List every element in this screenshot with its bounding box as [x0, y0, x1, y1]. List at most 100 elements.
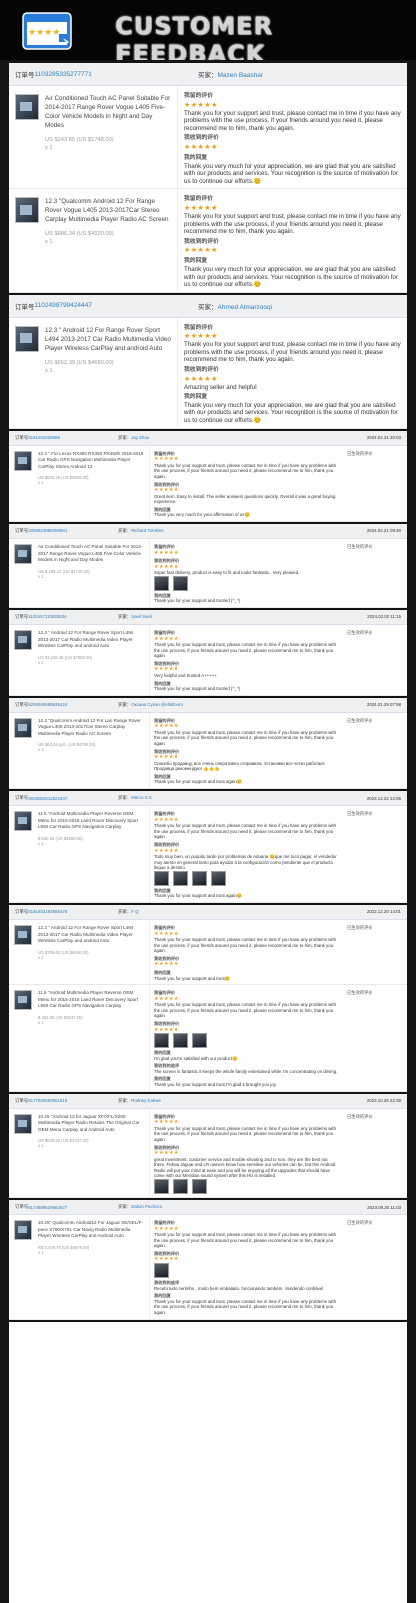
order-no-link[interactable]: 1102657110825524: [28, 614, 66, 619]
price-close: ): [111, 137, 114, 143]
product-name[interactable]: 12.3 " For Lexus RX300 RX350 RX450h 2016…: [38, 451, 144, 471]
order-no-link[interactable]: 5293486588635424: [28, 702, 67, 707]
price-original: $5040.00: [69, 949, 88, 955]
review-photos: [154, 575, 339, 591]
buyer-name-link[interactable]: Оксана Сухан @ellafloom: [131, 702, 183, 707]
my-rating-label: 我留的评价: [184, 196, 213, 203]
order-no-link[interactable]: 1102499799424447: [35, 302, 92, 309]
order-no-link[interactable]: 8174889529692827: [28, 1205, 67, 1210]
product-name[interactable]: 11.5 "Android Multimedia Player Reverse …: [38, 990, 144, 1010]
buyer-name-link[interactable]: Rodney Kabwe: [131, 1098, 161, 1103]
order-no-link[interactable]: 8181933183885478: [28, 909, 67, 914]
product-thumbnail[interactable]: [14, 543, 32, 564]
order-no-label: 订单号: [15, 434, 29, 440]
review-cell: 我留的评价 ★★★★★ Thank you for your support and…: [149, 1215, 343, 1319]
order-no-link[interactable]: 3028053312822207: [28, 796, 67, 801]
received-rating-label: 我收到的评价: [184, 238, 219, 245]
product-thumbnail[interactable]: [14, 924, 32, 945]
my-reply-text: Thank you very much for your appreciatio…: [184, 401, 398, 425]
order-no-link[interactable]: 1103285335277771: [35, 71, 92, 78]
order-no-link[interactable]: 8181534328658: [28, 435, 60, 440]
order-list: 订单号 1103285335277771 买家： Mazen Baashar Air C…: [9, 63, 407, 1603]
review-photo[interactable]: [154, 1033, 169, 1049]
product-name[interactable]: 10.25" Qualcomm Android12 For Jaguar XE/…: [38, 1220, 144, 1240]
review-photo[interactable]: [154, 1179, 169, 1194]
buyer-label: 买家：: [118, 613, 132, 619]
review-photo[interactable]: [192, 1179, 207, 1194]
buyer-name-link[interactable]: Dalton Pacheco: [131, 1204, 162, 1209]
product-thumbnail[interactable]: [14, 811, 32, 832]
review-photo[interactable]: [173, 870, 188, 886]
review-photo[interactable]: [192, 870, 207, 886]
product-cell: Air Conditioned Touch AC Panel Suitable …: [9, 539, 149, 607]
review-photo[interactable]: [154, 870, 169, 886]
product-quantity: x 1: [38, 480, 44, 486]
order-item: 10.25 "Android 12 for Jaguar XF/XFL/X260…: [9, 1108, 407, 1198]
price-close: ): [111, 359, 114, 366]
order-item: 12.3 " For Lexus RX300 RX350 RX450h 2016…: [9, 445, 407, 522]
product-thumbnail[interactable]: [15, 94, 39, 120]
product-thumbnail[interactable]: [15, 325, 39, 352]
product-info: 11.5 "Android Multimedia Player Reverse …: [38, 811, 144, 897]
review-photo[interactable]: [173, 1033, 188, 1049]
review-photo[interactable]: [173, 575, 188, 591]
price-open: (US: [55, 1014, 64, 1020]
feedback-status: 已生效的评价: [347, 629, 373, 635]
review-photo[interactable]: [154, 575, 169, 591]
price-original: $1748.00: [88, 137, 112, 143]
buyer-name-link[interactable]: F Q: [131, 909, 138, 914]
review-cell: 我留的评价 ★★★★★ Thank you for your support and…: [149, 1108, 343, 1197]
product-name[interactable]: 11.5 "Android Multimedia Player Reverse …: [38, 811, 144, 831]
received-rating-label: 我收到的评价: [184, 367, 219, 374]
product-quantity: x 1: [38, 1019, 44, 1025]
received-rating-text: Amazing seller and helpful: [184, 383, 257, 391]
product-name[interactable]: Air Conditioned Touch AC Panel Suitable …: [45, 94, 171, 130]
product-info: 10.25 "Android 12 for Jaguar XF/XFL/X260…: [38, 1114, 144, 1192]
review-photo[interactable]: [154, 1262, 169, 1278]
order-block: 订单号 8177928050551516 买家：Rodney Kabwe 2023.1…: [9, 1093, 407, 1200]
product-name[interactable]: 10.25 "Android 12 for Jaguar XF/XFL/X260…: [38, 1114, 144, 1134]
product-name[interactable]: 12.3 " Android 12 For Range Rover Sport …: [45, 326, 171, 353]
product-thumbnail[interactable]: [14, 990, 32, 1011]
my-reply-text: Thank you for your support and trust aga…: [154, 779, 243, 785]
product-thumbnail[interactable]: [14, 1113, 32, 1134]
order-header: 订单号 1102499799424447 买家：Ahmed Almarzooqi: [9, 294, 407, 318]
order-no-link[interactable]: 3058624885058981: [28, 528, 67, 533]
buyer-block: 买家：Richard Tomkins: [118, 528, 306, 534]
buyer-name-link[interactable]: Jay Zhao: [131, 435, 149, 440]
buyer-name-link[interactable]: Mazen Baashar: [218, 72, 264, 79]
buyer-name-link[interactable]: Richard Tomkins: [131, 528, 163, 533]
product-thumbnail[interactable]: [14, 1220, 32, 1240]
product-thumbnail[interactable]: [14, 629, 32, 650]
product-thumbnail[interactable]: [14, 450, 32, 471]
order-item: Air Conditioned Touch AC Panel Suitable …: [9, 86, 407, 190]
price-original: $4756.00: [76, 742, 94, 748]
svg-text:★★★★: ★★★★: [28, 27, 60, 37]
product-name[interactable]: 12.3 " Android 12 For Range Rover Sport …: [38, 630, 144, 650]
buyer-name-link[interactable]: Marco S.S: [131, 795, 152, 800]
product-name[interactable]: Air Conditioned Touch AC Panel Suitable …: [38, 544, 144, 564]
product-cell: 12.3 " Android 12 For Range Rover Sport …: [9, 920, 149, 984]
buyer-name-link[interactable]: Ahmed Almarzooqi: [218, 304, 273, 311]
product-thumbnail[interactable]: [15, 197, 39, 224]
price-value: US $1,100.36: [38, 654, 64, 660]
product-info: 12.3 "Qualcomm Android 12 For Lan Range …: [38, 718, 144, 783]
price-open: (US: [61, 1138, 70, 1144]
price-close: ): [87, 949, 89, 955]
product-name[interactable]: 12.3 " Android 12 For Range Rover Sport …: [38, 925, 144, 945]
review-photo[interactable]: [173, 1179, 188, 1194]
review-photo[interactable]: [211, 870, 226, 886]
product-name[interactable]: 12.3 "Qualcomm Android 12 For Range Rove…: [45, 197, 171, 224]
my-rating-label: 我留的评价: [184, 93, 213, 99]
product-price: US $652.39 (US $4680.00): [45, 360, 171, 366]
buyer-name-link[interactable]: Saeil Saeil: [131, 614, 152, 619]
review-photo[interactable]: [192, 1033, 207, 1049]
product-quantity: x 1: [38, 747, 44, 753]
product-thumbnail[interactable]: [14, 717, 32, 738]
price-original: $4875.00: [70, 1244, 88, 1250]
review-cell: 我留的评价 ★★★★★ Thank you for your support and…: [149, 624, 343, 695]
product-name[interactable]: 12.3 "Qualcomm Android 12 For Lan Range …: [38, 718, 144, 738]
price-open: (US: [76, 137, 89, 143]
order-no-link[interactable]: 8177928050551516: [28, 1098, 67, 1103]
price-open: (US: [64, 654, 74, 660]
